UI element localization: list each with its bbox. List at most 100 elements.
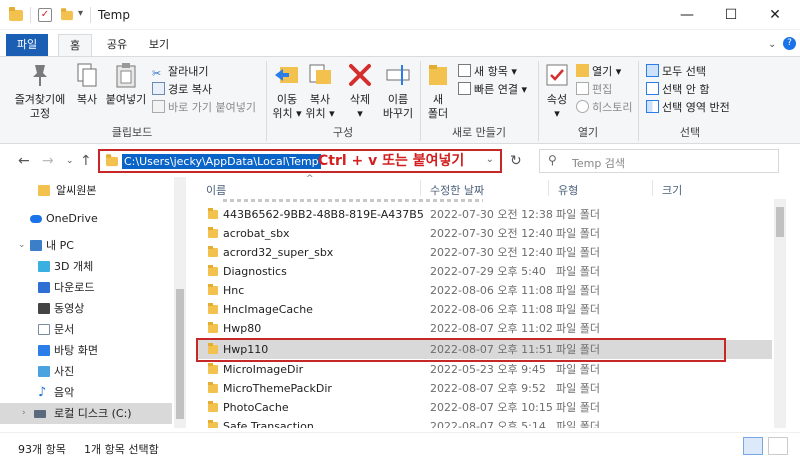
nav-item-videos[interactable]: 동영상: [0, 298, 172, 319]
tab-view[interactable]: 보기: [142, 34, 176, 56]
folder-icon: [105, 154, 119, 170]
nav-item-music[interactable]: ♪ 음악: [0, 382, 172, 403]
nav-item-local-disk[interactable]: › 로컬 디스크 (C:): [0, 403, 172, 424]
table-row[interactable]: Diagnostics 2022-07-29 오후 5:40 파일 폴더: [198, 262, 772, 281]
history-icon: [576, 100, 589, 113]
status-bar: 93개 항목 1개 항목 선택함: [0, 432, 800, 467]
edit-button[interactable]: 편집: [576, 81, 612, 98]
table-row[interactable]: acrord32_super_sbx 2022-07-30 오전 12:40 파일 …: [198, 243, 772, 262]
rename-button[interactable]: 이름 바꾸기: [380, 61, 416, 121]
easy-access-icon: [458, 82, 471, 95]
title-bar: ✓ ▾ Temp — ☐ ✕: [0, 0, 800, 30]
copy-button[interactable]: 복사: [72, 61, 102, 107]
select-none-button[interactable]: 선택 안 함: [646, 81, 709, 98]
film-icon: [38, 303, 50, 314]
address-path[interactable]: C:\Users\jecky\AppData\Local\Temp: [122, 154, 321, 169]
help-icon[interactable]: ?: [783, 37, 796, 50]
details-view-icon[interactable]: [743, 437, 763, 455]
navigation-pane: 알씨원본 OneDrive ⌄ 내 PC 3D 개체 다운로드 동영상 문서 바…: [0, 177, 186, 428]
table-row[interactable]: MicroImageDir 2022-05-23 오후 9:45 파일 폴더: [198, 360, 772, 379]
column-header-type[interactable]: 유형: [558, 182, 578, 198]
divider: [538, 61, 539, 141]
select-all-button[interactable]: 모두 선택: [646, 63, 706, 80]
new-folder-button[interactable]: 새 폴더: [424, 61, 452, 121]
column-header-size[interactable]: 크기: [662, 182, 682, 198]
table-row[interactable]: MicroThemePackDir 2022-08-07 오후 9:52 파일 폴더: [198, 379, 772, 398]
close-button[interactable]: ✕: [752, 0, 798, 30]
table-row[interactable]: HncImageCache 2022-08-06 오후 11:08 파일 폴더: [198, 300, 772, 319]
nav-item-quick-folder[interactable]: 알씨원본: [0, 180, 172, 201]
group-label-clipboard: 클립보드: [111, 126, 153, 139]
nav-item-onedrive[interactable]: OneDrive: [0, 208, 172, 229]
copy-to-button[interactable]: 복사 위치 ▾: [304, 61, 336, 121]
group-label-new: 새로 만들기: [451, 126, 507, 139]
divider: [266, 61, 267, 141]
table-row[interactable]: 443B6562-9BB2-48B8-819E-A437B5849E…2022-…: [198, 205, 772, 224]
refresh-icon[interactable]: ↻: [510, 153, 522, 169]
properties-button[interactable]: 속성 ▾: [542, 61, 572, 121]
tab-share[interactable]: 공유: [100, 34, 134, 56]
nav-item-documents[interactable]: 문서: [0, 319, 172, 340]
divider: [30, 7, 31, 23]
recent-locations-icon[interactable]: ⌄: [66, 156, 74, 166]
column-divider[interactable]: [420, 180, 421, 196]
rename-icon: [384, 61, 412, 89]
column-header-name[interactable]: 이름: [206, 182, 226, 198]
column-divider[interactable]: [548, 180, 549, 196]
paste-button[interactable]: 붙여넣기: [104, 61, 148, 107]
paste-annotation: Ctrl + v 또는 붙여넣기: [318, 153, 465, 169]
search-input[interactable]: ⚲ Temp 검색: [539, 149, 779, 173]
selection-count: 1개 항목 선택함: [84, 443, 159, 456]
nav-item-this-pc[interactable]: ⌄ 내 PC: [0, 235, 172, 256]
ribbon-collapse-icon[interactable]: ⌄: [768, 39, 776, 50]
up-arrow-icon[interactable]: ↑: [80, 153, 92, 169]
chevron-right-icon[interactable]: ›: [22, 403, 26, 424]
table-row[interactable]: Safe Transaction 2022-08-07 오후 5:14 파일 폴더: [198, 417, 772, 428]
chevron-down-icon[interactable]: ⌄: [18, 235, 26, 256]
delete-button[interactable]: 삭제 ▾: [343, 61, 377, 121]
open-button[interactable]: 열기 ▾: [576, 63, 621, 80]
maximize-button[interactable]: ☐: [708, 0, 754, 30]
column-divider[interactable]: [652, 180, 653, 196]
table-row[interactable]: PhotoCache 2022-08-07 오후 10:15 파일 폴더: [198, 398, 772, 417]
table-row[interactable]: acrobat_sbx 2022-07-30 오전 12:40 파일 폴더: [198, 224, 772, 243]
large-icons-view-icon[interactable]: [768, 437, 788, 455]
picture-icon: [38, 366, 50, 377]
address-dropdown-icon[interactable]: ⌄: [486, 154, 494, 165]
ribbon: 즐겨찾기에 고정 복사 붙여넣기 ✂ 잘라내기 경로 복사 바로 가기 붙여넣기 …: [0, 56, 800, 144]
properties-quick-icon[interactable]: ✓: [38, 8, 52, 22]
invert-selection-button[interactable]: 선택 영역 반전: [646, 99, 730, 116]
nav-item-desktop[interactable]: 바탕 화면: [0, 340, 172, 361]
table-row[interactable]: Hwp80 2022-08-07 오후 11:02 파일 폴더: [198, 319, 772, 338]
nav-item-pictures[interactable]: 사진: [0, 361, 172, 382]
new-item-button[interactable]: 새 항목 ▾: [458, 63, 517, 80]
paste-shortcut-button[interactable]: 바로 가기 붙여넣기: [152, 99, 256, 116]
nav-item-3d-objects[interactable]: 3D 개체: [0, 256, 172, 277]
forward-arrow-icon[interactable]: →: [42, 153, 54, 169]
column-header-date[interactable]: 수정한 날짜: [430, 182, 484, 198]
new-folder-quick-icon[interactable]: [60, 8, 74, 24]
pin-to-quick-access-button[interactable]: 즐겨찾기에 고정: [10, 61, 70, 121]
tab-file[interactable]: 파일: [6, 34, 48, 56]
nav-item-downloads[interactable]: 다운로드: [0, 277, 172, 298]
copy-to-icon: [306, 61, 334, 89]
folder-icon: [208, 303, 218, 314]
edit-icon: [576, 82, 589, 95]
table-row[interactable]: Hnc 2022-08-06 오후 11:08 파일 폴더: [198, 281, 772, 300]
cut-button[interactable]: ✂ 잘라내기: [152, 63, 208, 80]
easy-access-button[interactable]: 빠른 연결 ▾: [458, 81, 527, 98]
address-bar[interactable]: C:\Users\jecky\AppData\Local\Temp Ctrl +…: [98, 149, 502, 173]
nav-scrollbar[interactable]: [174, 177, 186, 428]
copy-path-button[interactable]: 경로 복사: [152, 81, 212, 98]
move-to-button[interactable]: 이동 위치 ▾: [272, 61, 302, 121]
invert-selection-icon: [646, 100, 659, 113]
nav-scrollbar-thumb[interactable]: [176, 289, 184, 419]
select-none-icon: [646, 82, 659, 95]
list-scrollbar-thumb[interactable]: [776, 207, 784, 237]
tab-home[interactable]: 홈: [58, 34, 92, 56]
list-scrollbar[interactable]: [774, 199, 786, 428]
back-arrow-icon[interactable]: ←: [18, 153, 30, 169]
history-button[interactable]: 히스토리: [576, 99, 632, 116]
customize-toolbar-icon[interactable]: ▾: [78, 8, 83, 19]
minimize-button[interactable]: —: [664, 0, 710, 30]
